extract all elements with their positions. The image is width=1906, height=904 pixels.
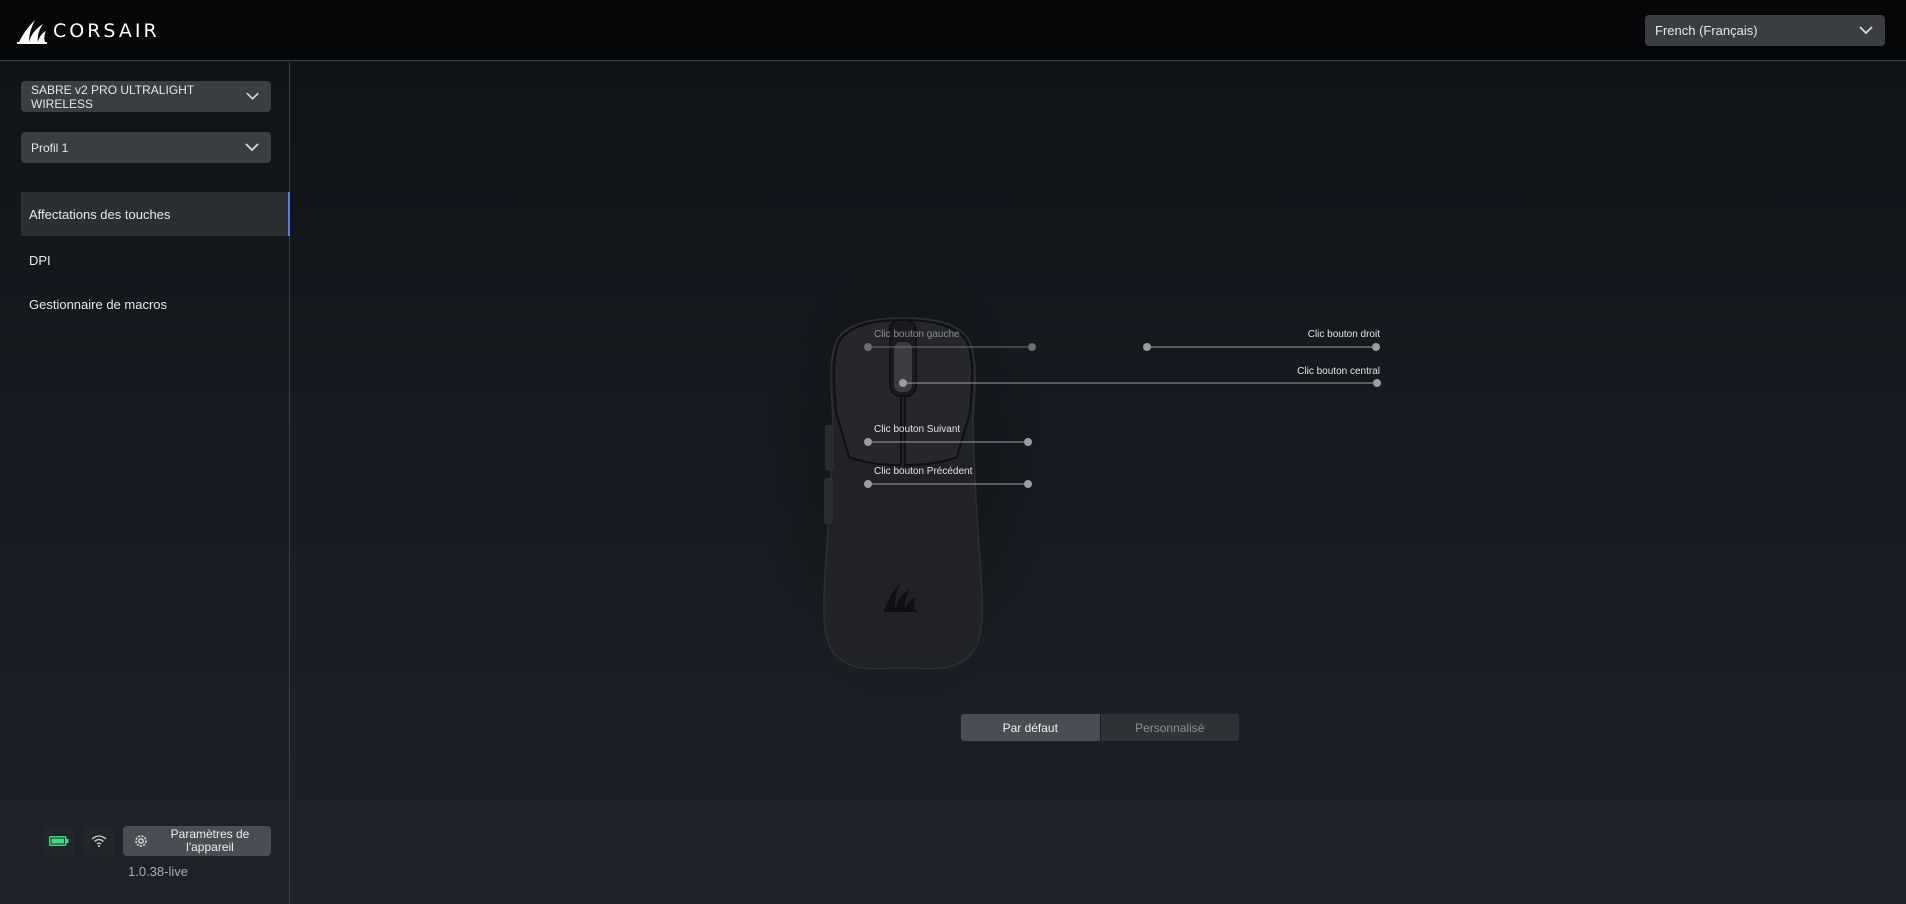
device-settings-label: Paramètres de l'appareil [170,827,250,854]
chevron-down-icon [245,143,259,152]
corsair-logo: CORSAIR [17,16,160,46]
callout-back-click[interactable]: Clic bouton Précédent [874,466,972,477]
battery-status[interactable] [44,826,74,856]
sidebar: SABRE v2 PRO ULTRALIGHT WIRELESS Profil … [0,62,290,904]
nav-item-label: Gestionnaire de macros [29,296,168,312]
chevron-down-icon [246,92,259,101]
battery-icon [49,836,69,846]
device-settings-button[interactable]: Paramètres de l'appareil [123,826,271,856]
gear-icon [135,835,147,847]
nav-item-key-assignments[interactable]: Affectations des touches [21,192,290,236]
custom-mode-button[interactable]: Personnalisé [1101,714,1240,741]
app-version: 1.0.38-live [128,864,188,879]
wifi-icon [91,835,107,847]
callout-middle-click[interactable]: Clic bouton central [1220,366,1380,377]
app-header: CORSAIR French (Français) [0,0,1906,61]
profile-value: Profil 1 [31,140,69,155]
nav-item-label: DPI [29,252,51,268]
nav-item-label: Affectations des touches [29,206,171,222]
device-value: SABRE v2 PRO ULTRALIGHT WIRELESS [31,82,194,111]
nav-item-dpi[interactable]: DPI [21,238,290,282]
mode-toggle: Par défaut Personnalisé [961,714,1239,741]
back-side-button[interactable] [824,478,833,524]
nav-item-macro-manager[interactable]: Gestionnaire de macros [21,282,290,326]
default-mode-button[interactable]: Par défaut [961,714,1100,741]
profile-select[interactable]: Profil 1 [21,132,271,163]
chevron-down-icon [1859,26,1873,35]
language-value: French (Français) [1655,23,1758,38]
mouse-diagram [753,252,1381,712]
brand-name: CORSAIR [53,20,160,42]
callout-left-click[interactable]: Clic bouton gauche [874,329,960,340]
callout-forward-click[interactable]: Clic bouton Suivant [874,424,960,435]
corsair-sails-icon [17,20,47,44]
forward-side-button[interactable] [825,425,834,471]
language-select[interactable]: French (Français) [1645,15,1885,46]
main-panel: Clic bouton gauche Clic bouton droit Cli… [291,62,1906,904]
device-select[interactable]: SABRE v2 PRO ULTRALIGHT WIRELESS [21,81,271,112]
callout-right-line [1143,343,1380,351]
wireless-status[interactable] [84,826,114,856]
callout-right-click[interactable]: Clic bouton droit [1240,329,1380,340]
